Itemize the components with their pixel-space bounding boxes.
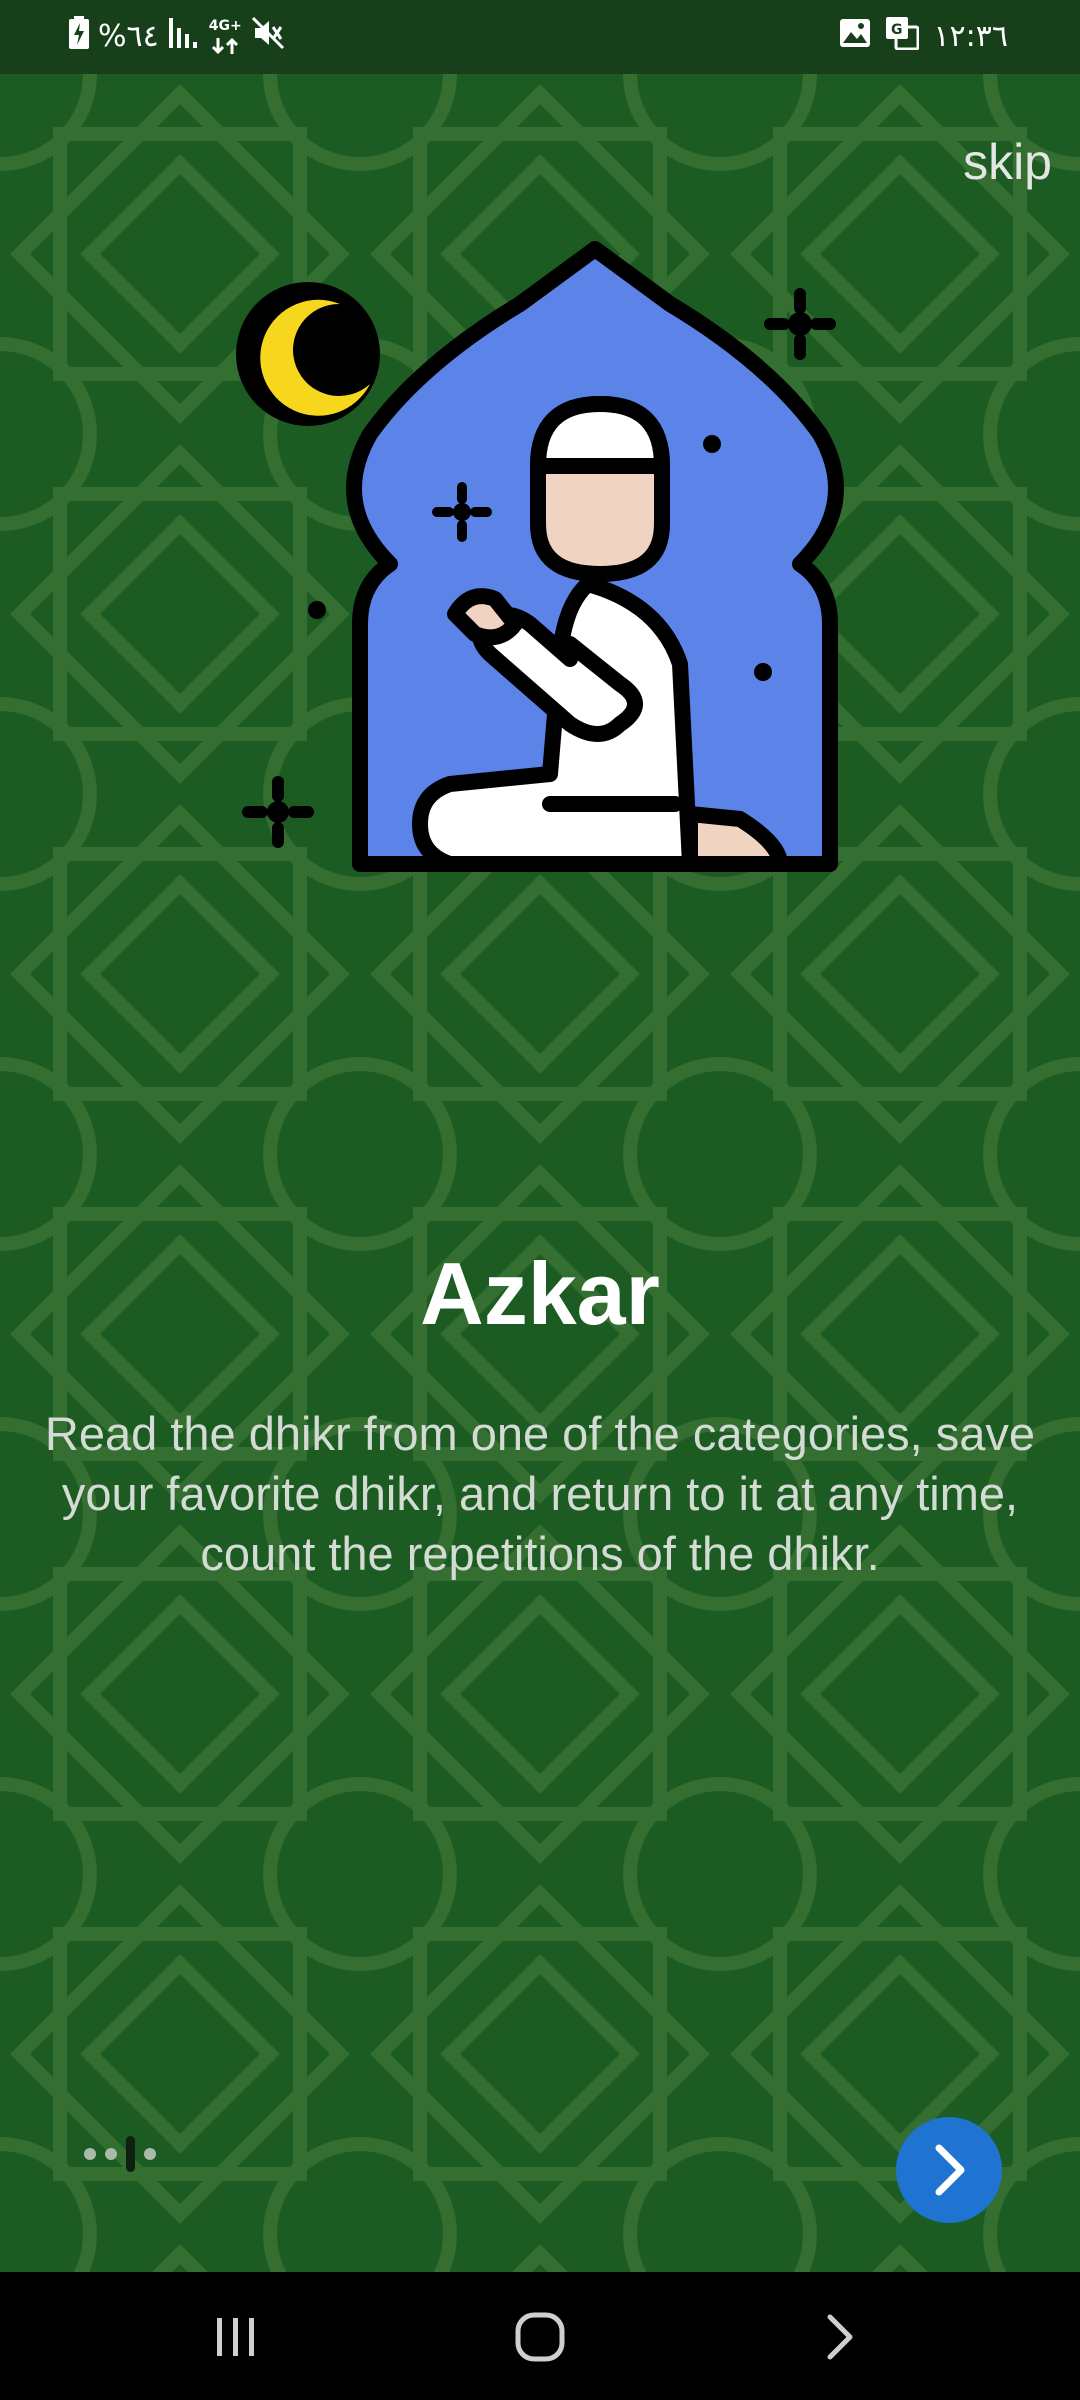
- signal-icon: [167, 16, 201, 58]
- page-dot-active: [126, 2136, 135, 2172]
- skip-button[interactable]: skip: [963, 132, 1052, 192]
- status-time: ١٢:٣٦: [933, 19, 1008, 54]
- network-4g-icon: 4G+: [209, 18, 243, 56]
- recent-apps-icon: [217, 2318, 254, 2356]
- svg-text:G: G: [891, 22, 903, 38]
- page-title: Azkar: [420, 1244, 660, 1343]
- onboarding-screen: %٦٤ 4G+ G ١٢:٣٦ skip Azkar Read the dhik…: [0, 0, 1080, 2400]
- battery-charging-icon: [68, 16, 90, 58]
- page-dot: [84, 2148, 96, 2160]
- page-dot: [105, 2148, 117, 2160]
- mute-icon: [251, 16, 285, 58]
- home-button[interactable]: [500, 2302, 580, 2372]
- status-bar: %٦٤ 4G+ G ١٢:٣٦: [0, 0, 1080, 74]
- crescent-moon-icon: [236, 282, 380, 426]
- onboarding-page[interactable]: skip Azkar Read the dhikr from one of th…: [0, 74, 1080, 2272]
- chevron-right-icon: [935, 2144, 965, 2196]
- back-button[interactable]: [800, 2302, 880, 2372]
- page-description: Read the dhikr from one of the categorie…: [44, 1407, 1036, 1580]
- battery-percent: %٦٤: [98, 19, 159, 54]
- back-icon: [827, 2314, 853, 2360]
- status-right-group: G ١٢:٣٦: [839, 16, 1008, 58]
- page-indicator: [84, 2134, 156, 2174]
- page-dot: [144, 2148, 156, 2160]
- navigation-bar: [0, 2272, 1080, 2400]
- praying-man-mihrab-icon: [236, 241, 844, 872]
- home-icon: [515, 2312, 565, 2362]
- next-button[interactable]: [896, 2117, 1002, 2223]
- status-left-group: %٦٤ 4G+: [68, 16, 285, 58]
- recent-apps-button[interactable]: [196, 2302, 276, 2372]
- network-type-label: 4G+: [208, 18, 242, 34]
- translate-icon: G: [885, 16, 920, 58]
- gallery-icon: [839, 18, 871, 56]
